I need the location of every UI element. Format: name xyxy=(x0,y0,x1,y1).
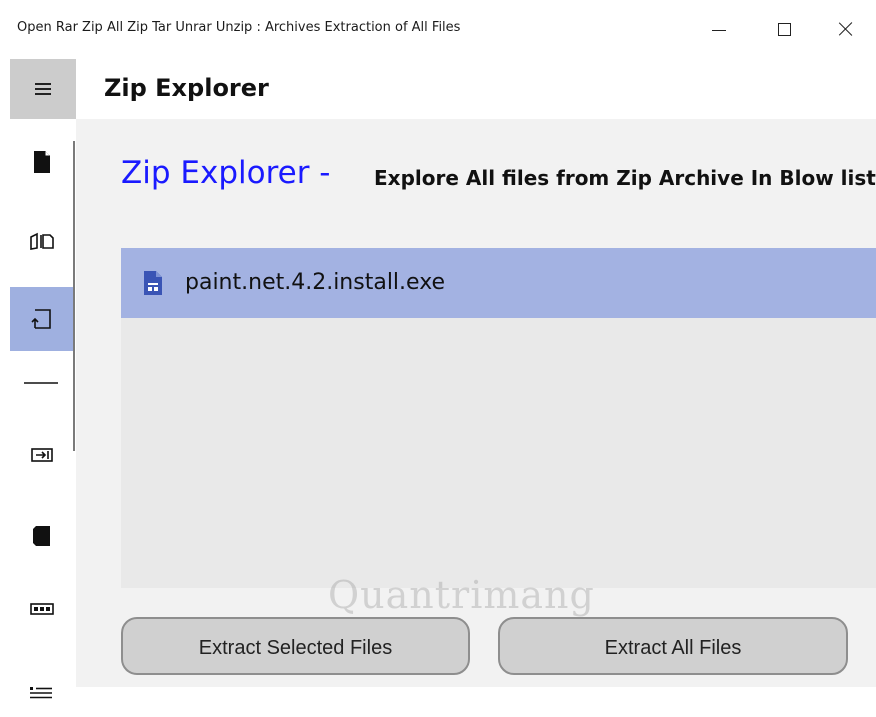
list-item[interactable]: paint.net.4.2.install.exe xyxy=(121,248,876,318)
minimize-icon xyxy=(712,30,726,31)
sidebar-item-open-book[interactable] xyxy=(10,209,73,273)
sidebar-item-rename[interactable] xyxy=(10,577,73,641)
window-title: Open Rar Zip All Zip Tar Unrar Unzip : A… xyxy=(17,20,461,35)
title-bar: Open Rar Zip All Zip Tar Unrar Unzip : A… xyxy=(0,0,876,59)
list-icon xyxy=(30,687,52,699)
extract-selected-button[interactable]: Extract Selected Files xyxy=(121,617,470,675)
sidebar-item-list[interactable] xyxy=(10,653,73,717)
extract-all-button[interactable]: Extract All Files xyxy=(498,617,848,675)
close-button[interactable] xyxy=(818,0,876,59)
divider-line-icon xyxy=(24,382,58,384)
hamburger-icon xyxy=(35,83,51,95)
minimize-button[interactable] xyxy=(690,0,748,59)
open-book-icon xyxy=(30,232,54,250)
document-icon xyxy=(34,151,50,173)
sidebar-item-divider[interactable] xyxy=(10,351,73,415)
watermark: Quantrimang xyxy=(328,573,595,617)
sidebar-item-document[interactable] xyxy=(10,129,73,193)
import-icon xyxy=(31,448,53,462)
sidebar-item-folded-page[interactable] xyxy=(10,503,73,567)
main-subtitle: Explore All files from Zip Archive In Bl… xyxy=(374,166,876,190)
page-title: Zip Explorer xyxy=(104,74,269,102)
sidebar-scrollbar[interactable] xyxy=(73,141,75,451)
sidebar-item-import[interactable] xyxy=(10,423,73,487)
hamburger-menu-button[interactable] xyxy=(10,59,76,119)
file-list[interactable]: paint.net.4.2.install.exe xyxy=(121,248,876,588)
rename-box-icon xyxy=(30,603,54,615)
sidebar-item-extract[interactable] xyxy=(10,287,73,351)
extract-icon xyxy=(31,309,51,329)
main-title: Zip Explorer - xyxy=(121,155,331,191)
executable-file-icon xyxy=(144,271,162,295)
maximize-button[interactable] xyxy=(756,0,814,59)
file-name: paint.net.4.2.install.exe xyxy=(185,270,446,295)
folded-page-icon xyxy=(33,526,50,546)
close-icon xyxy=(838,21,854,37)
sidebar xyxy=(10,119,76,699)
maximize-icon xyxy=(778,23,791,36)
